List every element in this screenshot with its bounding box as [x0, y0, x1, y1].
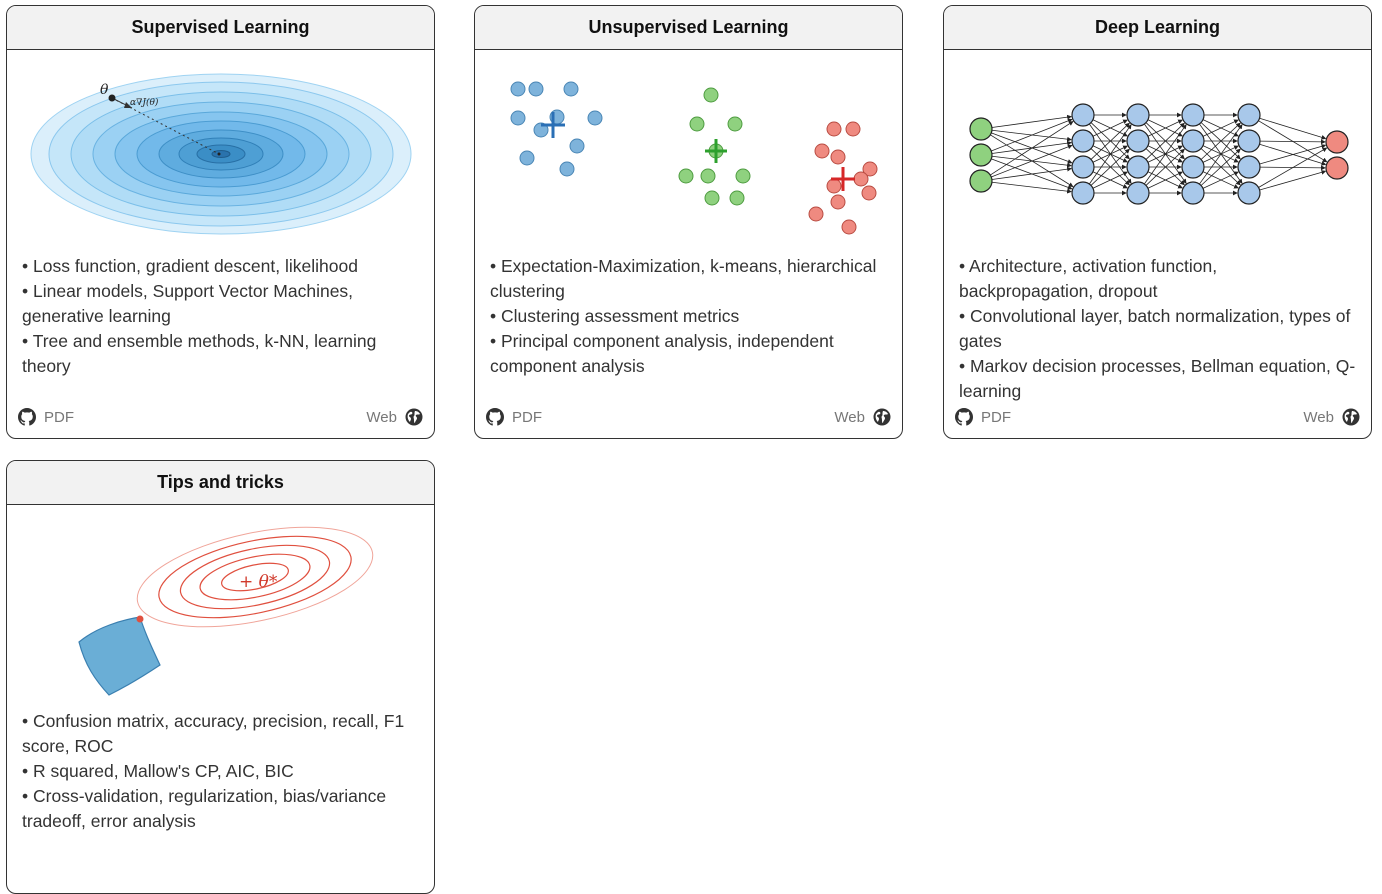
topic-item: Confusion matrix, accuracy, precision, r…	[22, 709, 419, 759]
nn-edge	[1259, 139, 1326, 145]
neural-network-illustration	[969, 103, 1349, 205]
topic-item: Principal component analysis, independen…	[490, 329, 887, 379]
pdf-label: PDF	[512, 408, 542, 426]
nn-output-node	[1325, 156, 1349, 180]
card-title: Unsupervised Learning	[475, 6, 902, 50]
github-icon	[486, 408, 504, 426]
green-centroid	[705, 139, 727, 163]
topic-item: Markov decision processes, Bellman equat…	[959, 354, 1356, 404]
nn-hidden-node	[1237, 129, 1261, 153]
nn-output-node	[1325, 130, 1349, 154]
card-deep-learning: Deep Learning Architecture, activation f…	[943, 5, 1372, 439]
nn-edge	[991, 118, 1073, 152]
card-footer: PDF Web	[7, 408, 434, 438]
card-supervised-learning: Supervised Learning θ α∇J(θ) Loss functi…	[6, 5, 435, 439]
theta-label: θ	[100, 82, 109, 98]
nn-hidden-node	[1071, 103, 1095, 127]
topic-list: Architecture, activation function, backp…	[959, 254, 1356, 404]
nn-hidden-node	[1181, 129, 1205, 153]
nn-hidden-node	[1126, 181, 1150, 205]
nn-edge	[991, 181, 1072, 194]
web-label: Web	[366, 408, 397, 426]
topic-item: Architecture, activation function, backp…	[959, 254, 1356, 304]
nn-edge	[990, 121, 1074, 176]
nn-input-node	[969, 143, 993, 167]
card-tips-and-tricks: Tips and tricks + θ* Confusion matrix, a…	[6, 460, 435, 894]
card-title: Tips and tricks	[7, 461, 434, 505]
pdf-link[interactable]: PDF	[955, 408, 1011, 426]
globe-icon	[873, 408, 891, 426]
nn-hidden-node	[1237, 181, 1261, 205]
nn-edge	[1259, 117, 1327, 140]
globe-icon	[1342, 408, 1360, 426]
web-link[interactable]: Web	[1303, 408, 1360, 426]
pdf-label: PDF	[981, 408, 1011, 426]
web-link[interactable]: Web	[366, 408, 423, 426]
card-title: Supervised Learning	[7, 6, 434, 50]
nn-hidden-node	[1071, 155, 1095, 179]
nn-edge	[991, 144, 1073, 178]
github-icon	[955, 408, 973, 426]
topic-item: Convolutional layer, batch normalization…	[959, 304, 1356, 354]
nn-input-node	[969, 117, 993, 141]
web-label: Web	[1303, 408, 1334, 426]
topic-list: Loss function, gradient descent, likelih…	[22, 254, 419, 379]
topic-item: Expectation-Maximization, k-means, hiera…	[490, 254, 887, 304]
nn-hidden-node	[1126, 103, 1150, 127]
topic-item: Linear models, Support Vector Machines, …	[22, 279, 419, 329]
gradient-label: α∇J(θ)	[130, 97, 159, 108]
nn-hidden-node	[1071, 181, 1095, 205]
pdf-link[interactable]: PDF	[18, 408, 74, 426]
topic-list: Expectation-Maximization, k-means, hiera…	[490, 254, 887, 379]
pdf-link[interactable]: PDF	[486, 408, 542, 426]
nn-hidden-node	[1181, 181, 1205, 205]
nn-hidden-node	[1237, 155, 1261, 179]
topic-item: Clustering assessment metrics	[490, 304, 887, 329]
blue-cluster	[510, 81, 603, 177]
card-footer: PDF Web	[944, 408, 1371, 438]
nn-hidden-node	[1237, 103, 1261, 127]
card-title: Deep Learning	[944, 6, 1371, 50]
topic-item: Loss function, gradient descent, likelih…	[22, 254, 419, 279]
gradient-descent-illustration: θ α∇J(θ)	[30, 73, 412, 235]
github-icon	[18, 408, 36, 426]
nn-hidden-node	[1126, 155, 1150, 179]
card-unsupervised-learning: Unsupervised Learning Expectation-Maximi…	[474, 5, 903, 439]
nn-hidden-node	[1126, 129, 1150, 153]
theta-star-label: + θ*	[239, 572, 278, 592]
pdf-label: PDF	[44, 408, 74, 426]
nn-edge	[991, 114, 1072, 128]
web-label: Web	[834, 408, 865, 426]
nn-edge	[1259, 170, 1327, 191]
nn-input-node	[969, 169, 993, 193]
card-footer: PDF Web	[475, 408, 902, 438]
regularization-illustration: + θ*	[78, 526, 374, 696]
topic-item: R squared, Mallow's CP, AIC, BIC	[22, 759, 419, 784]
topic-item: Tree and ensemble methods, k-NN, learnin…	[22, 329, 419, 379]
nn-hidden-node	[1181, 155, 1205, 179]
nn-hidden-node	[1071, 129, 1095, 153]
nn-hidden-node	[1181, 103, 1205, 127]
web-link[interactable]: Web	[834, 408, 891, 426]
topic-list: Confusion matrix, accuracy, precision, r…	[22, 709, 419, 834]
clustering-illustration	[510, 81, 878, 235]
topic-item: Cross-validation, regularization, bias/v…	[22, 784, 419, 834]
globe-icon	[405, 408, 423, 426]
